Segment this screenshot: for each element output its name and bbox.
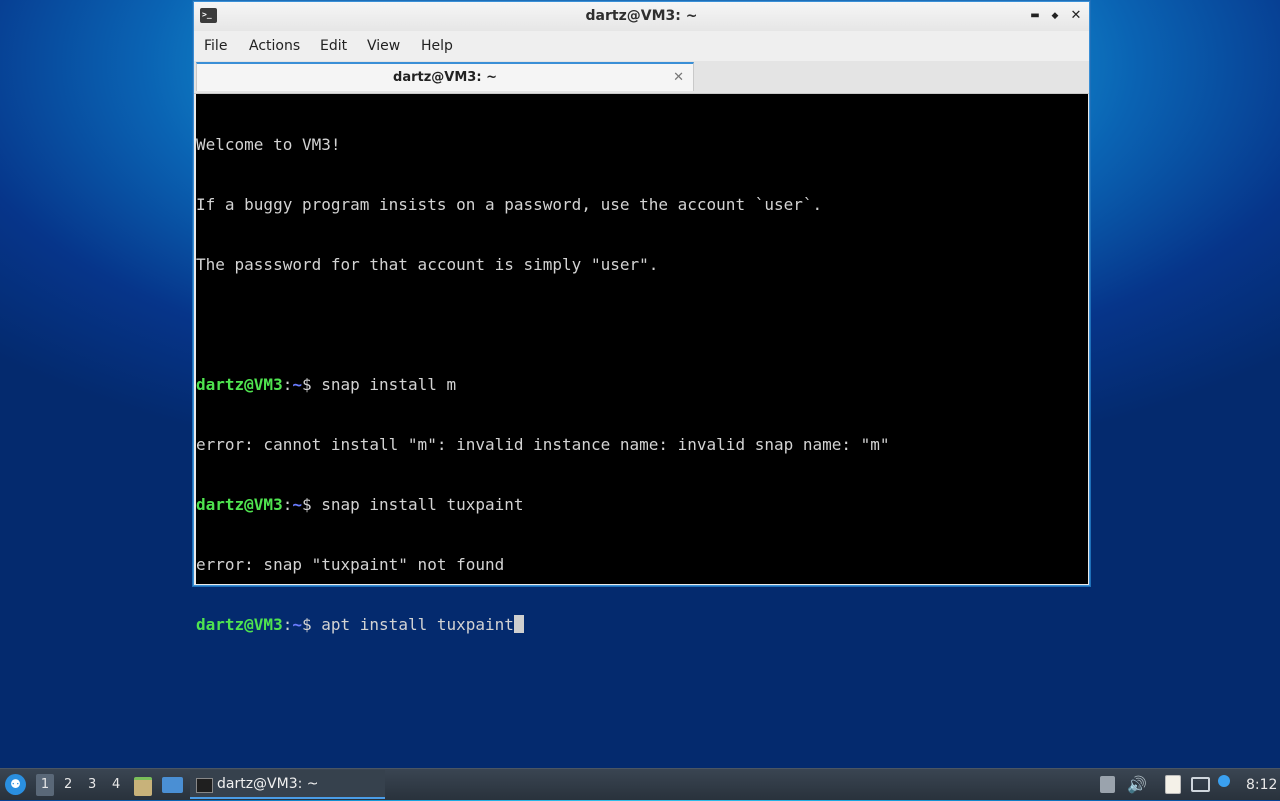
terminal-icon <box>196 778 213 793</box>
terminal-window: >_ dartz@VM3: ~ ▬ ◆ ✕ File Actions Edit … <box>193 1 1090 634</box>
menu-bar: File Actions Edit View Help <box>194 31 1089 61</box>
notification-icon[interactable] <box>1218 775 1230 787</box>
command-line: dartz@VM3:~$ snap install tuxpaint <box>196 495 1088 515</box>
prompt-end: $ <box>301 495 322 514</box>
menu-edit[interactable]: Edit <box>320 31 347 61</box>
command-text: snap install m <box>321 375 457 394</box>
maximize-button[interactable]: ◆ <box>1046 7 1064 25</box>
close-button[interactable]: ✕ <box>1067 7 1085 25</box>
menu-actions[interactable]: Actions <box>249 31 300 61</box>
workspace-4[interactable]: 4 <box>112 769 120 801</box>
task-label: dartz@VM3: ~ <box>217 776 319 792</box>
eject-icon[interactable] <box>1100 776 1115 793</box>
window-title: dartz@VM3: ~ <box>585 8 698 24</box>
terminal-output[interactable]: Welcome to VM3! If a buggy program insis… <box>196 94 1088 634</box>
prompt-separator: : <box>282 615 293 634</box>
task-button-terminal[interactable]: dartz@VM3: ~ <box>190 770 385 799</box>
show-desktop-icon[interactable] <box>162 777 183 793</box>
tab-label: dartz@VM3: ~ <box>393 70 497 85</box>
prompt-user: dartz@VM3 <box>196 495 283 514</box>
notice-line-1: If a buggy program insists on a password… <box>196 195 823 214</box>
clipboard-icon[interactable] <box>1165 775 1181 794</box>
menu-help[interactable]: Help <box>421 31 453 61</box>
volume-icon[interactable]: 🔊 <box>1127 769 1147 801</box>
welcome-line: Welcome to VM3! <box>196 135 341 154</box>
output-line: error: cannot install "m": invalid insta… <box>196 435 890 454</box>
command-line: dartz@VM3:~$ snap install m <box>196 375 1088 395</box>
prompt-end: $ <box>301 615 322 634</box>
command-line-current: dartz@VM3:~$ apt install tuxpaint <box>196 615 1088 635</box>
menu-file[interactable]: File <box>204 31 227 61</box>
workspace-2[interactable]: 2 <box>64 769 72 801</box>
prompt-separator: : <box>282 495 293 514</box>
network-icon[interactable] <box>1191 777 1210 792</box>
notice-line-2: The passsword for that account is simply… <box>196 255 659 274</box>
output-line: error: snap "tuxpaint" not found <box>196 555 505 574</box>
prompt-separator: : <box>282 375 293 394</box>
prompt-end: $ <box>301 375 322 394</box>
workspace-1[interactable]: 1 <box>36 774 54 796</box>
start-menu-icon[interactable]: ⚉ <box>5 774 26 795</box>
file-manager-icon[interactable] <box>134 777 152 796</box>
prompt-path: ~ <box>292 375 302 394</box>
tab-bar: dartz@VM3: ~ ✕ <box>194 61 1089 94</box>
prompt-user: dartz@VM3 <box>196 615 283 634</box>
taskbar: ⚉ 1 2 3 4 dartz@VM3: ~ 🔊 8:12 <box>0 768 1280 800</box>
clock[interactable]: 8:12 <box>1246 769 1277 801</box>
prompt-path: ~ <box>292 495 302 514</box>
command-input[interactable]: apt install tuxpaint <box>321 615 514 634</box>
minimize-button[interactable]: ▬ <box>1026 7 1044 25</box>
menu-view[interactable]: View <box>367 31 400 61</box>
prompt-user: dartz@VM3 <box>196 375 283 394</box>
text-cursor <box>513 615 524 633</box>
tab-terminal[interactable]: dartz@VM3: ~ ✕ <box>196 62 694 91</box>
prompt-path: ~ <box>292 615 302 634</box>
tab-close-icon[interactable]: ✕ <box>673 64 684 91</box>
command-text: snap install tuxpaint <box>321 495 524 514</box>
title-bar[interactable]: >_ dartz@VM3: ~ ▬ ◆ ✕ <box>194 2 1089 32</box>
workspace-3[interactable]: 3 <box>88 769 96 801</box>
